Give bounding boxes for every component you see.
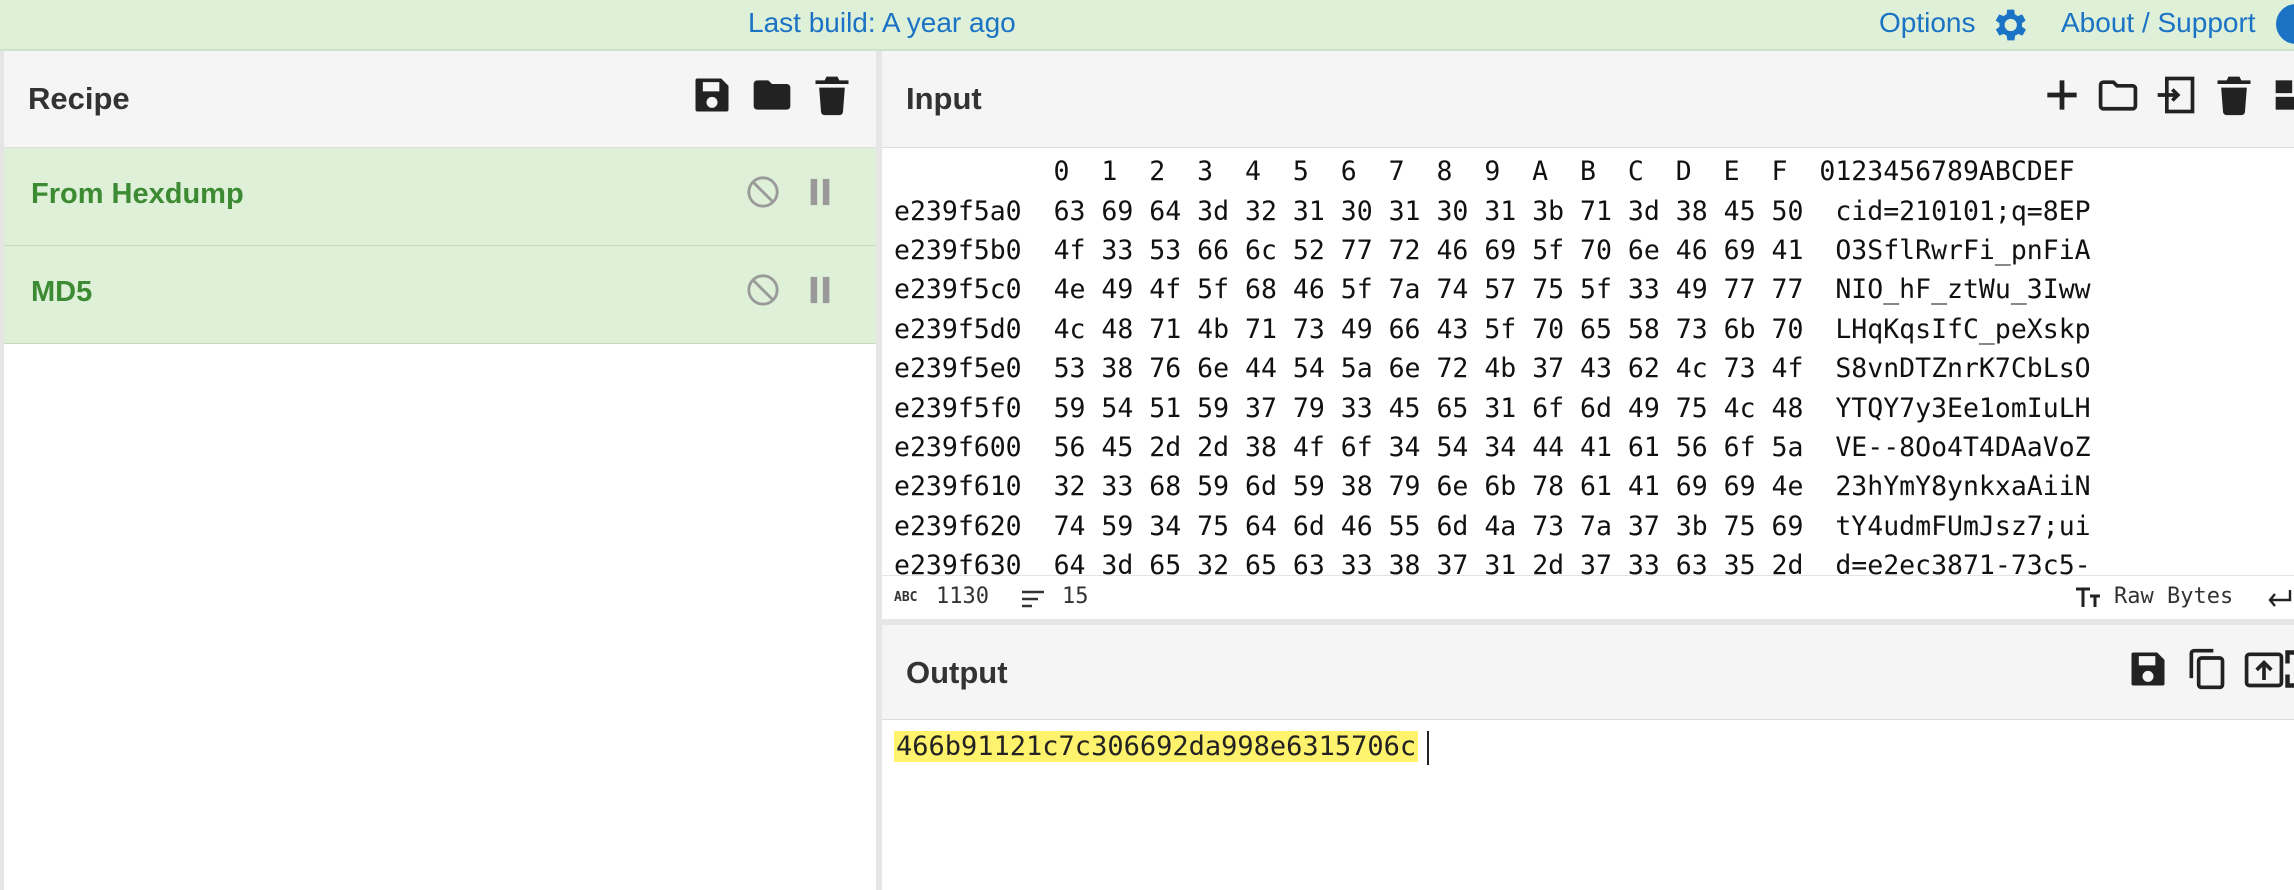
output-value[interactable]: 466b91121c7c306692da998e6315706c — [894, 731, 1419, 762]
hexdump-row: e239f5e0 53 38 76 6e 44 54 5a 6e 72 4b 3… — [894, 353, 2091, 384]
input-pane: Input 0 1 2 3 4 5 6 7 8 9 A B C D E F 01… — [882, 51, 2294, 625]
folder-icon[interactable] — [750, 73, 794, 117]
lines-icon — [1022, 590, 1044, 608]
hexdump-row: e239f610 32 33 68 59 6d 59 38 79 6e 6b 7… — [894, 471, 2091, 502]
hexdump-header: 0 1 2 3 4 5 6 7 8 9 A B C D E F 01234567… — [1053, 156, 2075, 187]
save-icon[interactable] — [690, 73, 734, 117]
disable-icon[interactable] — [746, 273, 780, 307]
open-folder-icon[interactable] — [2096, 73, 2140, 117]
hexdump-row: e239f5c0 4e 49 4f 5f 68 46 5f 7a 74 57 7… — [894, 274, 2091, 305]
hexdump-row: e239f5b0 4f 33 53 66 6c 52 77 72 46 69 5… — [894, 235, 2091, 266]
text-format-icon[interactable] — [2074, 586, 2104, 610]
input-title: Input — [906, 81, 982, 116]
text-caret — [1427, 731, 1429, 765]
last-build-link[interactable]: Last build: A year ago — [748, 7, 1016, 39]
recipe-operation-from-hexdump[interactable]: From Hexdump — [4, 148, 876, 246]
operation-name: MD5 — [31, 276, 93, 308]
hexdump-row: e239f600 56 45 2d 2d 38 4f 6f 34 54 34 4… — [894, 432, 2091, 463]
abc-icon: ABC — [894, 590, 918, 605]
replace-input-icon[interactable] — [2242, 647, 2286, 691]
gear-icon[interactable] — [1988, 4, 2030, 46]
recipe-operation-md5[interactable]: MD5 — [4, 246, 876, 344]
recipe-pane: Recipe From Hexdump MD5 — [0, 51, 876, 890]
trash-icon[interactable] — [2212, 73, 2256, 117]
encoding-selector[interactable]: Raw Bytes — [2114, 584, 2233, 609]
hexdump-row: e239f5f0 59 54 51 59 37 79 33 45 65 31 6… — [894, 393, 2091, 424]
input-textarea[interactable]: 0 1 2 3 4 5 6 7 8 9 A B C D E F 01234567… — [882, 148, 2294, 575]
recipe-title: Recipe — [28, 81, 130, 116]
layout-icon[interactable] — [2272, 73, 2294, 117]
recipe-header: Recipe — [4, 51, 876, 148]
top-banner: Last build: A year ago Options About / S… — [0, 0, 2294, 51]
copy-icon[interactable] — [2184, 647, 2228, 691]
word-wrap-icon[interactable] — [2264, 588, 2292, 610]
about-support-link[interactable]: About / Support — [2061, 7, 2256, 39]
save-icon[interactable] — [2126, 647, 2170, 691]
input-status-bar: ABC 1130 15 Raw Bytes — [882, 575, 2294, 620]
trash-icon[interactable] — [810, 73, 854, 117]
options-link[interactable]: Options — [1879, 7, 1976, 39]
hexdump-row: e239f620 74 59 34 75 64 6d 46 55 6d 4a 7… — [894, 511, 2091, 542]
add-icon[interactable] — [2040, 73, 2084, 117]
operation-name: From Hexdump — [31, 178, 244, 210]
hexdump-row: e239f630 64 3d 65 32 65 63 33 38 37 31 2… — [894, 550, 2091, 575]
pause-icon[interactable] — [808, 275, 832, 305]
output-title: Output — [906, 655, 1008, 690]
char-count: 1130 — [936, 584, 989, 609]
output-header: Output — [882, 625, 2294, 720]
maximize-icon[interactable] — [2282, 647, 2294, 691]
disable-icon[interactable] — [746, 175, 780, 209]
help-icon[interactable] — [2276, 4, 2294, 44]
hexdump-row: e239f5d0 4c 48 71 4b 71 73 49 66 43 5f 7… — [894, 314, 2091, 345]
hexdump-row: e239f5a0 63 69 64 3d 32 31 30 31 30 31 3… — [894, 196, 2091, 227]
line-count: 15 — [1062, 584, 1089, 609]
open-file-icon[interactable] — [2154, 73, 2198, 117]
pause-icon[interactable] — [808, 177, 832, 207]
input-header: Input — [882, 51, 2294, 148]
output-pane: Output 466b91121c7c306692da998e6315706c — [882, 625, 2294, 890]
